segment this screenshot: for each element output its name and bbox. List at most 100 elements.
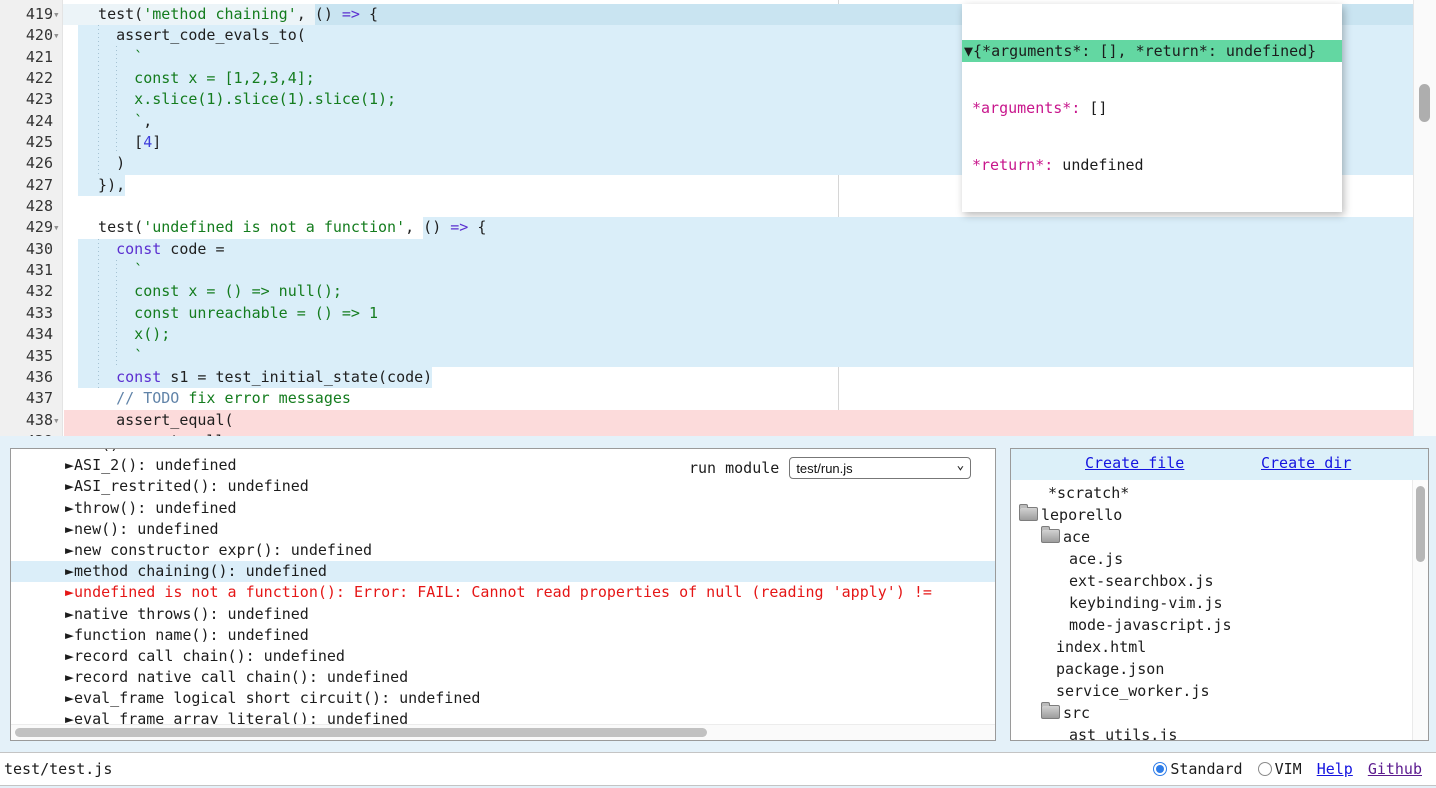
line-number[interactable]: 433 [0, 303, 78, 324]
expand-arrow-icon[interactable]: ► [65, 605, 74, 623]
line-number[interactable]: 421 [0, 47, 78, 68]
expanded-arrow-icon[interactable]: ▼ [964, 42, 973, 60]
line-number[interactable]: 432 [0, 281, 78, 302]
tree-file[interactable]: package.json [1011, 658, 1412, 680]
line-number[interactable]: 428 [0, 196, 78, 217]
tree-file[interactable]: ast_utils.js [1011, 724, 1412, 740]
editor-scrollbar[interactable] [1413, 0, 1436, 436]
line-number[interactable]: 427 [0, 175, 78, 196]
expand-arrow-icon[interactable]: ► [65, 520, 74, 538]
expand-arrow-icon[interactable]: ► [65, 647, 74, 665]
fold-arrow-icon[interactable]: ▾ [53, 221, 60, 234]
run-module-select[interactable]: test/run.js [789, 457, 971, 479]
code-line[interactable]: 431 ` [0, 260, 1436, 281]
code-line[interactable]: 438▾ assert_equal( [0, 410, 1436, 431]
help-link[interactable]: Help [1317, 760, 1353, 778]
line-number[interactable]: 439 [0, 431, 78, 436]
tree-file[interactable]: ext-searchbox.js [1011, 570, 1412, 592]
code-line[interactable]: 435 ` [0, 346, 1436, 367]
code-line[interactable]: 436 const s1 = test_initial_state(code) [0, 367, 1436, 388]
files-scrollbar-thumb[interactable] [1416, 486, 1425, 562]
expand-arrow-icon[interactable]: ► [65, 626, 74, 644]
test-result-item[interactable]: ►ASI_restrited(): undefined [11, 476, 995, 497]
test-result-item-failed[interactable]: ►undefined is not a function(): Error: F… [11, 582, 995, 603]
test-results-list[interactable]: ►ASI(): undefined►ASI_2(): undefined►ASI… [11, 452, 995, 731]
expand-arrow-icon[interactable]: ► [65, 499, 74, 517]
file-tree[interactable]: *scratch* leporelloaceace.jsext-searchbox… [1011, 482, 1412, 740]
test-result-item[interactable]: ►method chaining(): undefined [11, 561, 995, 582]
line-number[interactable]: 436 [0, 367, 78, 388]
code-editor[interactable]: 419▾ test('method chaining', () => {420▾… [0, 0, 1436, 436]
tree-item-label: *scratch* [1048, 484, 1129, 502]
tree-file[interactable]: index.html [1011, 636, 1412, 658]
line-number[interactable]: 420▾ [0, 25, 78, 46]
expand-arrow-icon[interactable]: ► [65, 477, 74, 495]
test-result-item[interactable]: ►ASI(): undefined [11, 448, 995, 455]
code-line-text: x(); [80, 324, 170, 345]
inspector-header[interactable]: ▼{*arguments*: [], *return*: undefined} [962, 40, 1342, 62]
github-link[interactable]: Github [1368, 760, 1422, 778]
fold-arrow-icon[interactable]: ▾ [53, 414, 60, 427]
test-result-item[interactable]: ►throw(): undefined [11, 498, 995, 519]
inspector-row-arguments[interactable]: *arguments*: [] [962, 98, 1342, 119]
files-scrollbar[interactable] [1412, 480, 1428, 740]
line-number[interactable]: 437 [0, 388, 78, 409]
tree-file[interactable]: ace.js [1011, 548, 1412, 570]
tree-folder[interactable]: src [1011, 702, 1412, 724]
expand-arrow-icon[interactable]: ► [65, 668, 74, 686]
results-hscrollbar[interactable] [11, 724, 995, 740]
code-line[interactable]: 437 // TODO fix error messages [0, 388, 1436, 409]
fold-arrow-icon[interactable]: ▾ [53, 29, 60, 42]
line-number[interactable]: 423 [0, 89, 78, 110]
tree-file[interactable]: *scratch* [1011, 482, 1412, 504]
expand-arrow-icon[interactable]: ► [65, 562, 74, 580]
line-number[interactable]: 424 [0, 111, 78, 132]
test-result-item[interactable]: ►new constructor expr(): undefined [11, 540, 995, 561]
line-number[interactable]: 430 [0, 239, 78, 260]
create-dir-button[interactable]: Create dir [1261, 454, 1351, 472]
expand-arrow-icon[interactable]: ► [65, 456, 74, 474]
tree-folder[interactable]: leporello [1011, 504, 1412, 526]
test-result-item[interactable]: ►record native call chain(): undefined [11, 667, 995, 688]
line-number[interactable]: 431 [0, 260, 78, 281]
create-file-button[interactable]: Create file [1085, 454, 1184, 472]
tree-file[interactable]: keybinding-vim.js [1011, 592, 1412, 614]
test-result-item[interactable]: ►function name(): undefined [11, 625, 995, 646]
code-line[interactable]: 439 const call = ... [0, 431, 1436, 436]
expand-arrow-icon[interactable]: ► [65, 541, 74, 559]
line-number[interactable]: 422 [0, 68, 78, 89]
code-line[interactable]: 430 const code = [0, 239, 1436, 260]
test-result-item[interactable]: ►new(): undefined [11, 519, 995, 540]
line-number[interactable]: 429▾ [0, 217, 78, 238]
line-number[interactable]: 425 [0, 132, 78, 153]
code-line[interactable]: 433 const unreachable = () => 1 [0, 303, 1436, 324]
tree-file[interactable]: service_worker.js [1011, 680, 1412, 702]
expand-arrow-icon[interactable]: ► [65, 689, 74, 707]
editor-scrollbar-thumb[interactable] [1419, 84, 1430, 122]
line-number[interactable]: 438▾ [0, 410, 78, 431]
line-number[interactable]: 419▾ [0, 4, 78, 25]
indent-guide [98, 239, 99, 389]
line-number[interactable]: 434 [0, 324, 78, 345]
tree-file[interactable]: mode-javascript.js [1011, 614, 1412, 636]
expand-arrow-icon[interactable]: ► [65, 448, 74, 453]
expand-arrow-icon[interactable]: ► [65, 583, 74, 601]
fold-arrow-icon[interactable]: ▾ [53, 8, 60, 21]
code-line[interactable]: 432 const x = () => null(); [0, 281, 1436, 302]
test-result-item[interactable]: ►record call chain(): undefined [11, 646, 995, 667]
test-result-item[interactable]: ►eval_frame logical short circuit(): und… [11, 688, 995, 709]
code-line[interactable]: 429▾ test('undefined is not a function',… [0, 217, 1436, 238]
radio-selected-icon[interactable] [1153, 762, 1167, 776]
test-result-item[interactable]: ►native throws(): undefined [11, 604, 995, 625]
line-number[interactable]: 426 [0, 153, 78, 174]
indent-guide [98, 25, 99, 175]
code-line[interactable]: 434 x(); [0, 324, 1436, 345]
keybinding-vim-radio[interactable]: VIM [1258, 760, 1302, 778]
inspector-key: *arguments*: [972, 99, 1080, 117]
results-hscrollbar-thumb[interactable] [15, 728, 707, 737]
tree-folder[interactable]: ace [1011, 526, 1412, 548]
radio-unselected-icon[interactable] [1258, 762, 1272, 776]
inspector-row-return[interactable]: *return*: undefined [962, 155, 1342, 176]
keybinding-standard-radio[interactable]: Standard [1153, 760, 1242, 778]
line-number[interactable]: 435 [0, 346, 78, 367]
